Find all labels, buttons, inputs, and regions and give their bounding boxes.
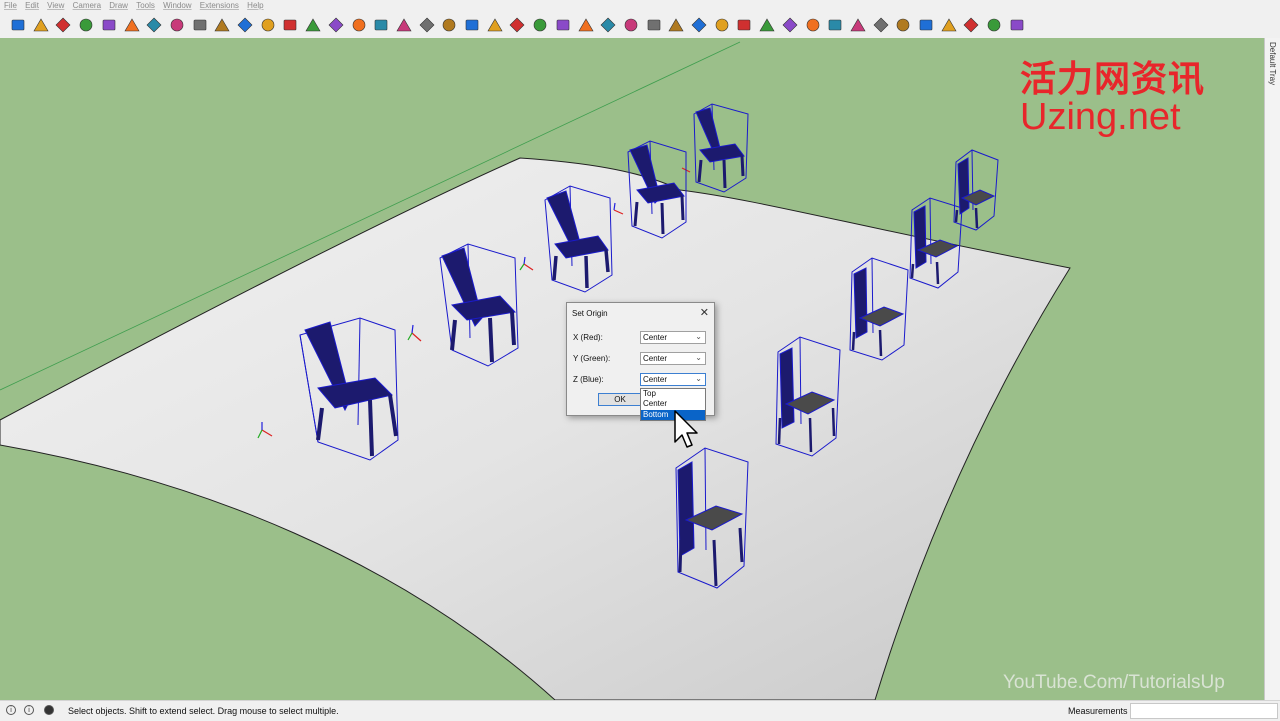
geolocation-icon[interactable]: i (6, 705, 16, 715)
menu-file[interactable]: File (4, 0, 17, 12)
text-icon[interactable] (509, 17, 525, 33)
option-center[interactable]: Center (641, 399, 705, 409)
box-icon[interactable] (123, 17, 140, 33)
dots-icon[interactable] (351, 17, 367, 33)
status-bar: i i Select objects. Shift to extend sele… (0, 700, 1280, 721)
chart-icon[interactable] (873, 17, 889, 33)
undo-icon[interactable] (691, 17, 707, 33)
tag-icon[interactable] (78, 17, 94, 33)
chair-right-5[interactable] (953, 149, 999, 231)
chevron-down-icon: ⌄ (695, 374, 702, 383)
flag-icon[interactable] (895, 17, 911, 33)
z-blue-label: Z (Blue): (573, 375, 604, 384)
menu-draw[interactable]: Draw (109, 0, 128, 12)
tape-icon[interactable] (441, 17, 457, 33)
zoom-extents-icon[interactable] (646, 17, 662, 33)
walk-icon[interactable] (577, 17, 594, 33)
chevron-down-icon: ⌄ (695, 332, 702, 341)
x-red-label: X (Red): (573, 333, 603, 342)
user-icon[interactable] (44, 705, 54, 715)
default-tray[interactable]: Default Tray (1264, 38, 1280, 700)
fence-icon[interactable] (918, 17, 934, 33)
offset-icon[interactable] (305, 17, 321, 33)
push-pull-icon[interactable] (169, 17, 185, 33)
panel-icon[interactable] (941, 17, 957, 33)
measurements-label: Measurements (1068, 706, 1128, 716)
look-icon[interactable] (600, 17, 616, 33)
arc-tool-icon[interactable] (986, 17, 1002, 33)
dimension-icon[interactable] (487, 17, 503, 33)
menu-tools[interactable]: Tools (136, 0, 155, 12)
table-icon[interactable] (850, 17, 866, 33)
section-icon[interactable] (555, 17, 571, 33)
paint-bucket-icon[interactable] (55, 17, 71, 33)
option-top[interactable]: Top (641, 389, 705, 399)
swap-icon[interactable] (963, 17, 979, 33)
credits-icon[interactable]: i (24, 705, 34, 715)
menu-edit[interactable]: Edit (25, 0, 39, 12)
pan-icon[interactable] (668, 17, 684, 33)
select-icon[interactable] (10, 17, 26, 33)
protractor-icon[interactable] (464, 17, 480, 33)
watermark-chinese: 活力网资讯 (1020, 58, 1206, 99)
menu-window[interactable]: Window (163, 0, 191, 12)
z-blue-value: Center (643, 375, 668, 384)
freehand-icon[interactable] (260, 17, 276, 33)
tray-label[interactable]: Default Tray (1268, 42, 1277, 85)
x-red-select[interactable]: Center ⌄ (640, 331, 706, 344)
rotate-icon[interactable] (192, 17, 208, 33)
arc-icon[interactable] (328, 17, 344, 33)
solid-icon[interactable] (736, 17, 752, 33)
line-icon[interactable] (237, 17, 253, 33)
y-green-select[interactable]: Center ⌄ (640, 352, 706, 365)
zoom-icon[interactable] (623, 17, 639, 33)
menu-help[interactable]: Help (247, 0, 263, 12)
matrix-icon[interactable] (1009, 17, 1025, 33)
ground-plane (0, 157, 1071, 700)
menu-camera[interactable]: Camera (73, 0, 101, 12)
toolbar (0, 12, 1280, 39)
follow-me-icon[interactable] (282, 17, 298, 33)
y-green-value: Center (643, 354, 668, 363)
redo-icon[interactable] (714, 17, 730, 33)
plugin-icon[interactable] (782, 17, 798, 33)
z-blue-select[interactable]: Center ⌄ (640, 373, 706, 386)
menu-extensions[interactable]: Extensions (200, 0, 239, 12)
layer-icon[interactable] (805, 17, 821, 33)
grid-icon[interactable] (827, 17, 843, 33)
chair-left-5[interactable] (693, 103, 749, 193)
status-text: Select objects. Shift to extend select. … (68, 706, 339, 716)
measurements-input[interactable] (1130, 703, 1278, 719)
menu-bar: File Edit View Camera Draw Tools Window … (0, 0, 1280, 12)
scale-icon[interactable] (419, 17, 435, 33)
ok-button[interactable]: OK (598, 393, 642, 406)
menu-view[interactable]: View (47, 0, 64, 12)
camera-icon[interactable] (759, 17, 775, 33)
dialog-title: Set Origin (572, 309, 608, 318)
orbit-icon[interactable] (146, 17, 162, 33)
component-icon[interactable] (101, 17, 117, 33)
cursor-icon (674, 410, 698, 448)
chevron-down-icon: ⌄ (695, 353, 702, 362)
x-red-value: Center (643, 333, 668, 342)
y-green-label: Y (Green): (573, 354, 611, 363)
eraser-icon[interactable] (33, 17, 49, 33)
rectangle-icon[interactable] (214, 17, 230, 33)
watermark-youtube: YouTube.Com/TutorialsUp (1003, 672, 1225, 693)
watermark-site: Uzing.net (1020, 96, 1181, 138)
add-icon[interactable] (396, 17, 412, 33)
close-icon[interactable]: ✕ (700, 306, 709, 319)
move-icon[interactable] (373, 17, 389, 33)
axes-icon[interactable] (532, 17, 548, 33)
